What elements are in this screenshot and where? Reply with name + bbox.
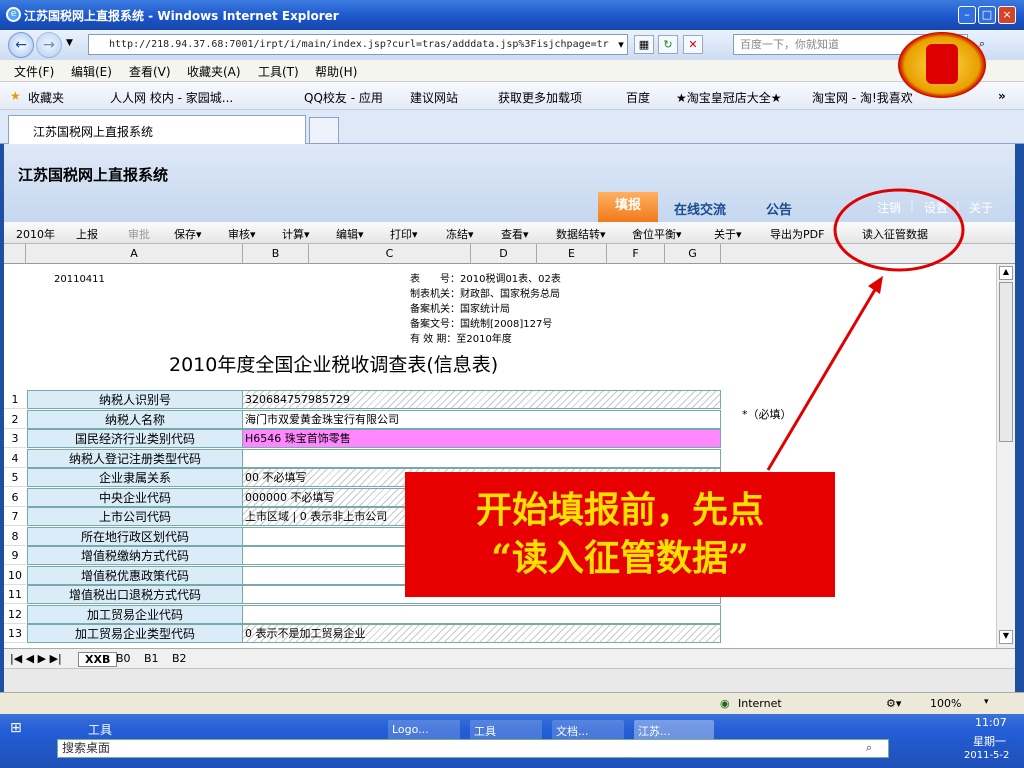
taskbar-tools[interactable]: 工具 bbox=[88, 721, 112, 738]
taskbar: ⊞ 工具 Logo... 工具 文档... 江苏... 搜索桌面 ⌕ 11:07… bbox=[0, 714, 1024, 768]
clock-date: 2011-5-2 bbox=[964, 750, 1010, 761]
desktop-search-input[interactable]: 搜索桌面 bbox=[57, 739, 889, 758]
zoom-level[interactable]: 100% bbox=[930, 697, 961, 710]
taskbar-button-docs[interactable]: 文档... bbox=[552, 720, 624, 740]
zoom-dropdown-icon[interactable]: ▾ bbox=[984, 697, 989, 707]
taskbar-button-logo[interactable]: Logo... bbox=[388, 720, 460, 740]
search-icon[interactable]: ⌕ bbox=[866, 741, 872, 755]
browser-status-bar: ◉ Internet ⚙▾ 100% ▾ bbox=[0, 692, 1024, 714]
taskbar-button-tools[interactable]: 工具 bbox=[470, 720, 542, 740]
highlight-ellipse bbox=[833, 188, 965, 272]
start-windows-icon[interactable]: ⊞ bbox=[10, 720, 22, 736]
pointer-arrow bbox=[766, 287, 878, 471]
clock-time: 11:07 bbox=[975, 716, 1007, 729]
protected-mode-icon[interactable]: ⚙▾ bbox=[886, 697, 901, 710]
taskbar-button-jiangsu[interactable]: 江苏... bbox=[634, 720, 714, 740]
security-zone: Internet bbox=[738, 697, 782, 710]
internet-zone-icon: ◉ bbox=[720, 697, 730, 710]
clock-weekday: 星期一 bbox=[973, 735, 1006, 748]
annotation-overlay bbox=[766, 188, 965, 471]
